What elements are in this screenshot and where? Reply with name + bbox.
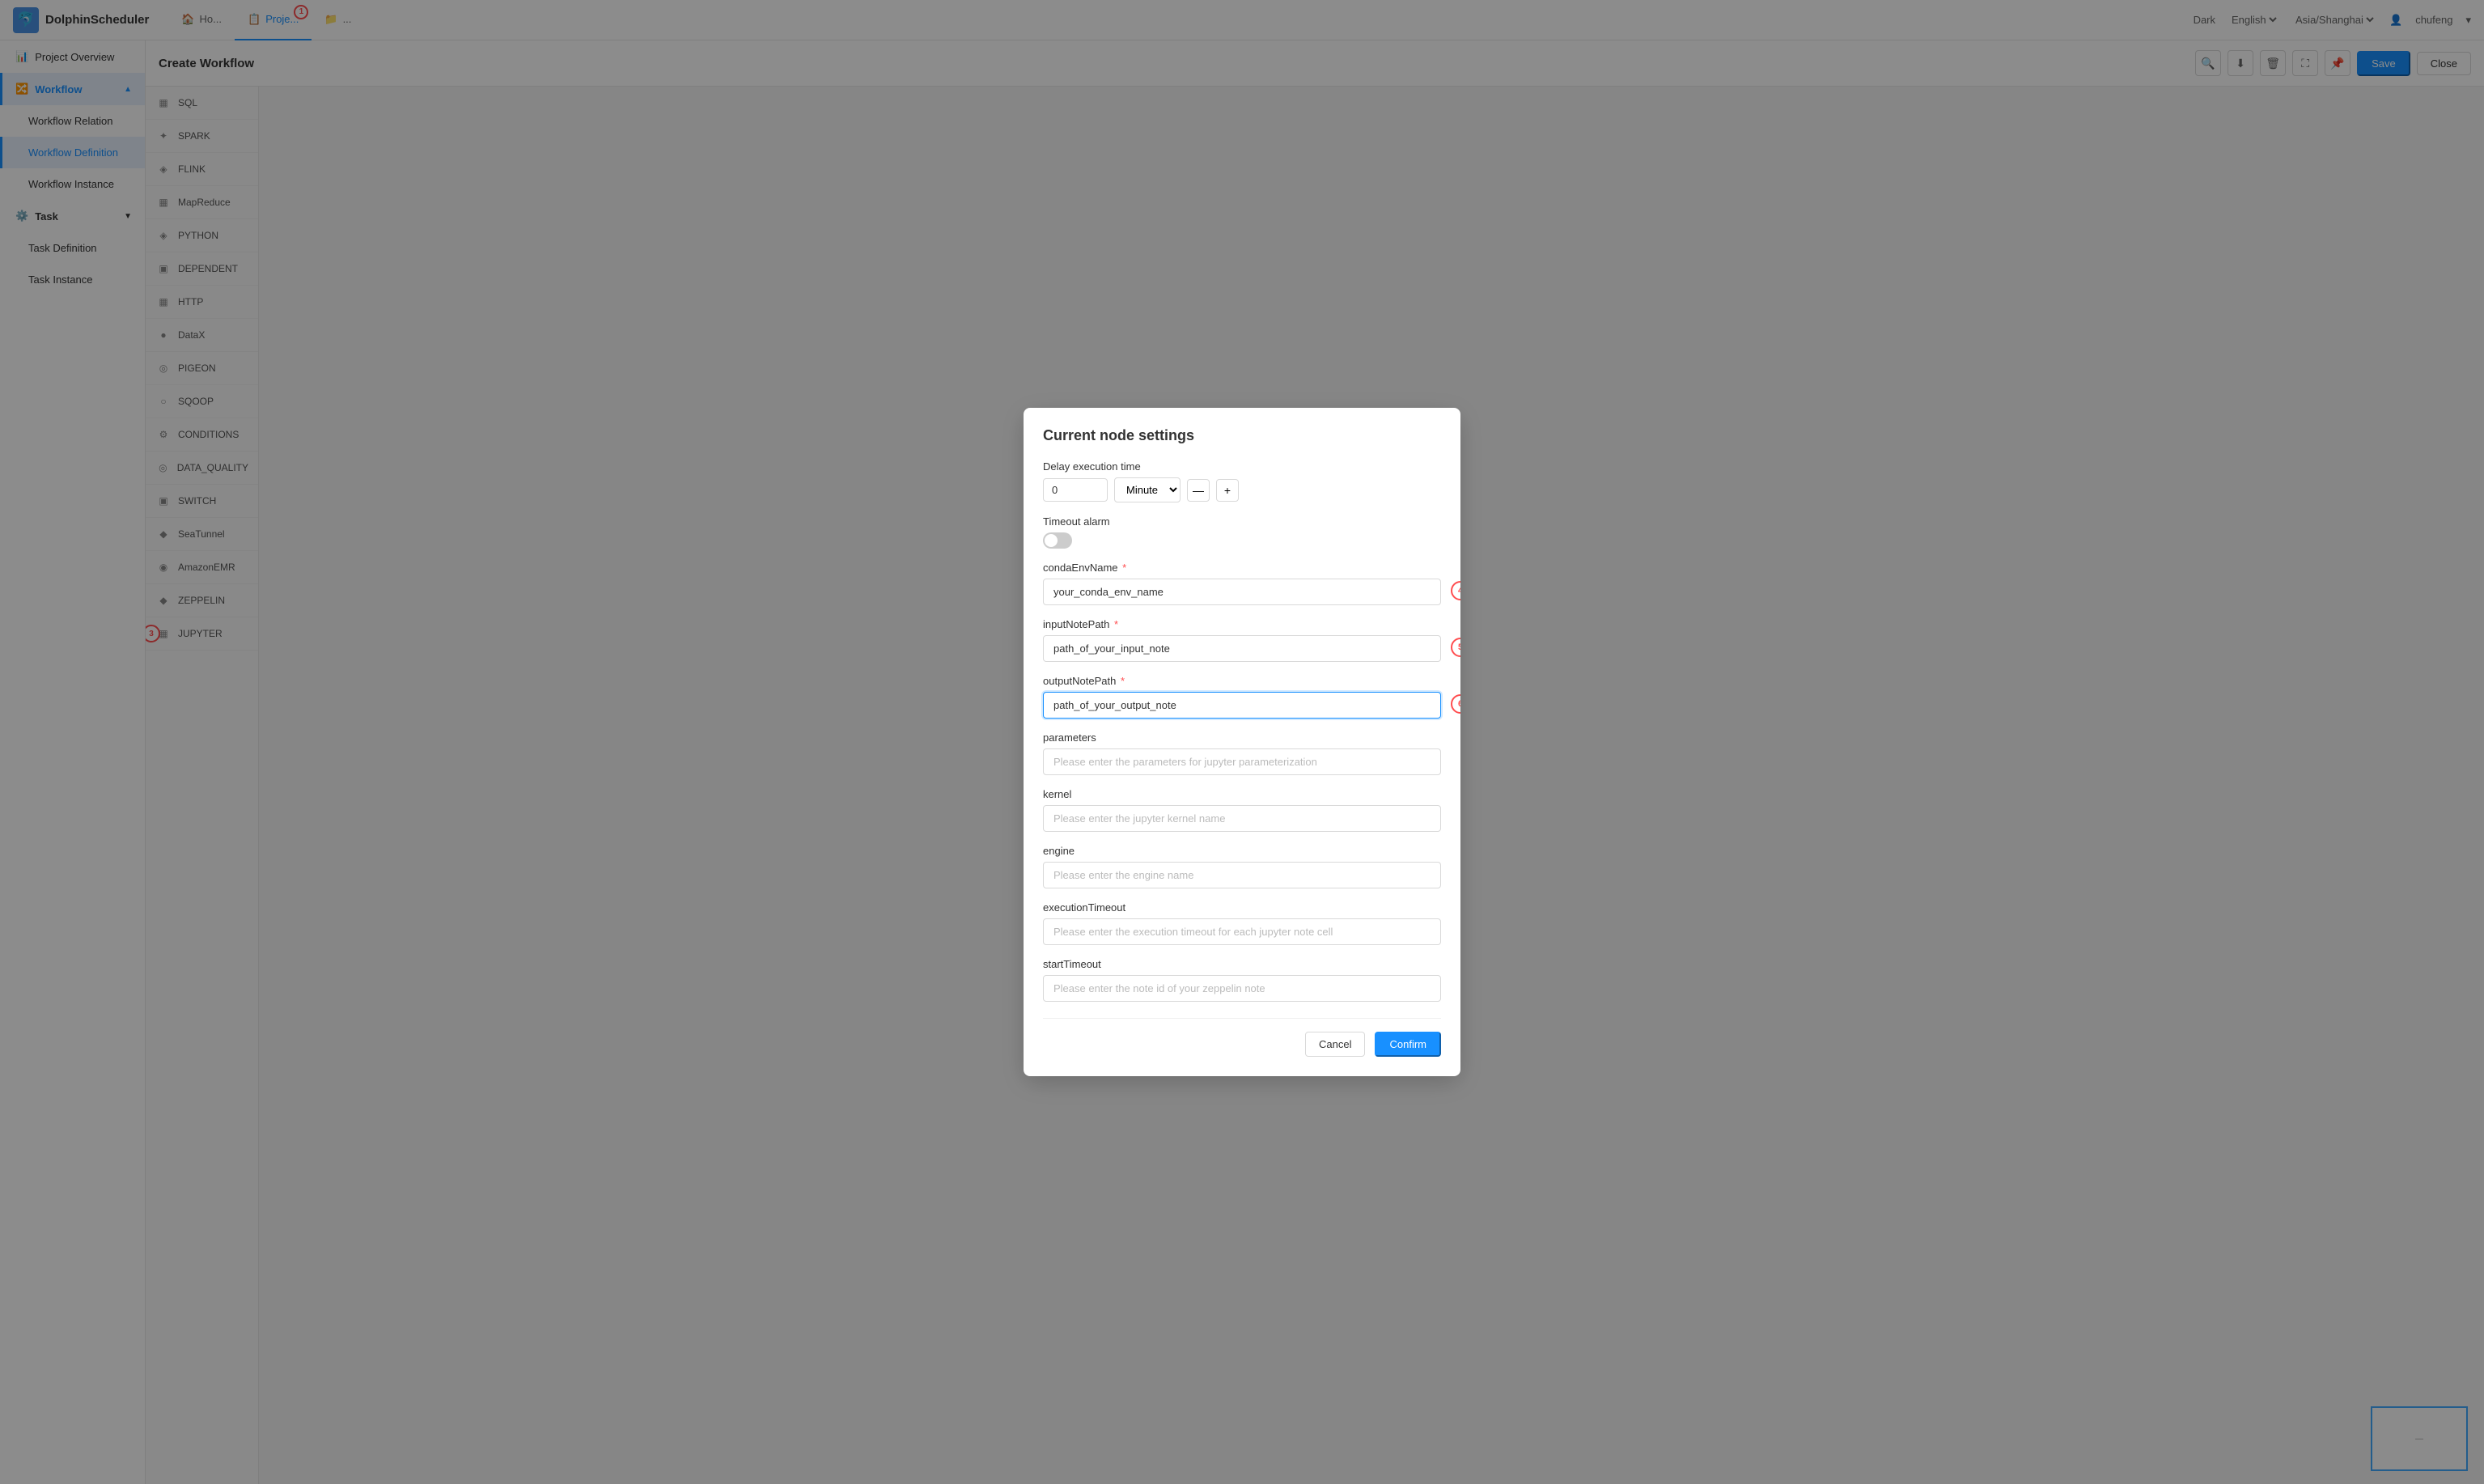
conda-env-input[interactable] (1043, 579, 1441, 605)
input-note-path-input[interactable] (1043, 635, 1441, 662)
conda-env-required: * (1122, 562, 1126, 574)
delay-unit-select[interactable]: Minute (1114, 477, 1181, 502)
input-note-path-required: * (1114, 618, 1118, 630)
conda-env-group: condaEnvName * 4 (1043, 562, 1441, 605)
execution-timeout-input[interactable] (1043, 918, 1441, 945)
modal-dialog: Current node settings Delay execution ti… (1024, 408, 1460, 1076)
execution-timeout-group: executionTimeout (1043, 901, 1441, 945)
start-timeout-input[interactable] (1043, 975, 1441, 1002)
conda-env-label: condaEnvName * (1043, 562, 1441, 574)
timeout-alarm-group: Timeout alarm (1043, 515, 1441, 549)
output-note-path-label: outputNotePath * (1043, 675, 1441, 687)
start-timeout-label: startTimeout (1043, 958, 1441, 970)
engine-label: engine (1043, 845, 1441, 857)
delay-plus-button[interactable]: + (1216, 479, 1239, 502)
output-note-path-group: outputNotePath * 6 (1043, 675, 1441, 719)
delay-input[interactable] (1043, 478, 1108, 502)
parameters-input[interactable] (1043, 748, 1441, 775)
input-note-path-label: inputNotePath * (1043, 618, 1441, 630)
timeout-toggle[interactable] (1043, 532, 1072, 549)
execution-timeout-label: executionTimeout (1043, 901, 1441, 914)
input-note-path-group: inputNotePath * 5 (1043, 618, 1441, 662)
kernel-label: kernel (1043, 788, 1441, 800)
delay-execution-group: Delay execution time Minute — + (1043, 460, 1441, 502)
modal-title: Current node settings (1043, 427, 1441, 444)
parameters-label: parameters (1043, 731, 1441, 744)
kernel-group: kernel (1043, 788, 1441, 832)
modal-footer: Cancel Confirm (1043, 1018, 1441, 1057)
delay-row: Minute — + (1043, 477, 1441, 502)
start-timeout-group: startTimeout (1043, 958, 1441, 1002)
confirm-button[interactable]: Confirm (1375, 1032, 1441, 1057)
timeout-slider (1043, 532, 1072, 549)
kernel-input[interactable] (1043, 805, 1441, 832)
modal-overlay: Current node settings Delay execution ti… (0, 0, 2484, 1484)
engine-group: engine (1043, 845, 1441, 888)
conda-env-badge: 4 (1451, 581, 1460, 600)
output-note-path-required: * (1121, 675, 1125, 687)
engine-input[interactable] (1043, 862, 1441, 888)
delay-execution-label: Delay execution time (1043, 460, 1441, 473)
delay-minus-button[interactable]: — (1187, 479, 1210, 502)
parameters-group: parameters (1043, 731, 1441, 775)
output-note-path-badge: 6 (1451, 694, 1460, 714)
output-note-path-input[interactable] (1043, 692, 1441, 719)
cancel-button[interactable]: Cancel (1305, 1032, 1365, 1057)
input-note-path-badge: 5 (1451, 638, 1460, 657)
timeout-alarm-label: Timeout alarm (1043, 515, 1441, 528)
